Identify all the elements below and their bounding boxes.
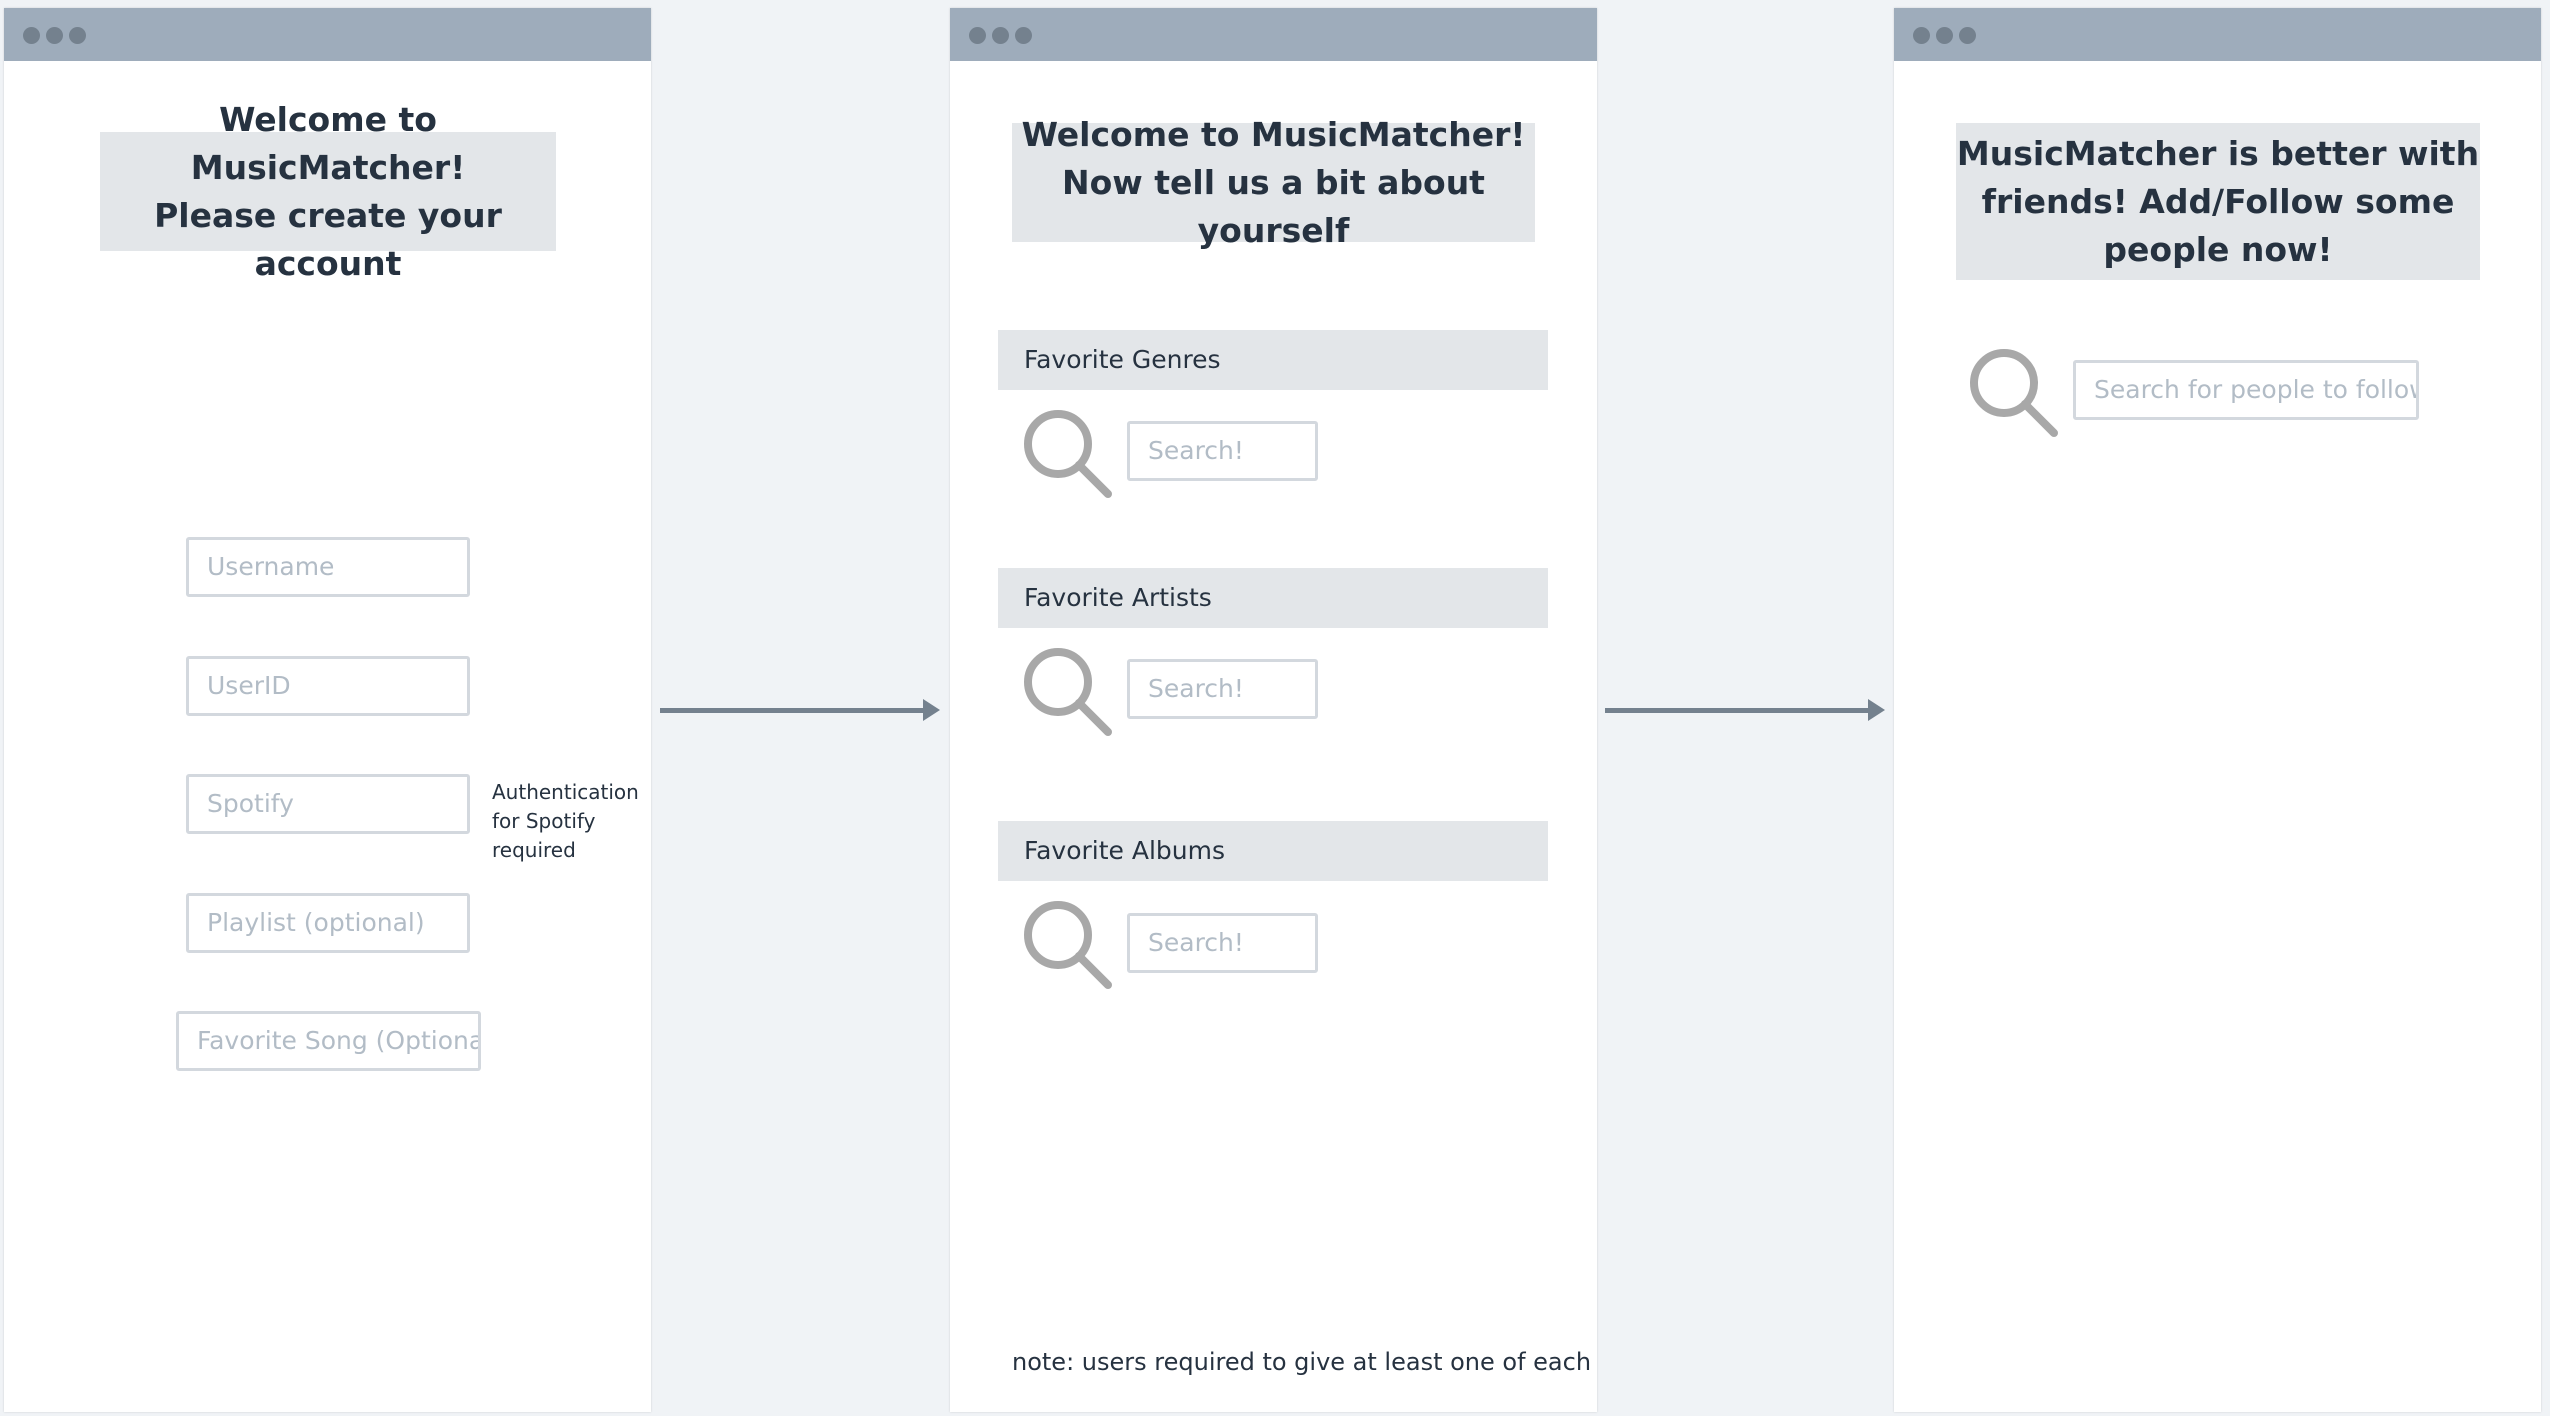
genres-search-input[interactable]: Search! (1127, 421, 1318, 481)
arrow-shaft (1605, 708, 1871, 713)
favorite-song-field[interactable]: Favorite Song (Optional (176, 1011, 481, 1071)
window-dot-icon (1015, 27, 1032, 44)
albums-search-input[interactable]: Search! (1127, 913, 1318, 973)
window-dot-icon (69, 27, 86, 44)
magnifier-icon (1024, 410, 1112, 498)
spotify-field[interactable]: Spotify (186, 774, 470, 834)
banner-line: Please create your account (154, 195, 502, 283)
banner-line: Welcome to MusicMatcher! (1021, 114, 1526, 154)
window-titlebar (4, 8, 651, 61)
friends-banner: MusicMatcher is better with friends! Add… (1956, 123, 2480, 280)
username-field[interactable]: Username (186, 537, 470, 597)
magnifier-icon (1970, 349, 2058, 437)
arrow-shaft (660, 708, 926, 713)
spotify-auth-note: Authentication for Spotify required (492, 778, 639, 865)
arrow-head-icon (1868, 699, 1885, 721)
flow-arrow (1605, 699, 1885, 721)
preferences-screen: Welcome to MusicMatcher! Now tell us a b… (950, 8, 1597, 1412)
userid-field[interactable]: UserID (186, 656, 470, 716)
banner-line: people now! (2103, 229, 2333, 269)
window-dot-icon (1959, 27, 1976, 44)
window-dot-icon (969, 27, 986, 44)
note-line: Authentication (492, 780, 639, 804)
window-dot-icon (1936, 27, 1953, 44)
note-line: required (492, 838, 576, 862)
section-header-albums: Favorite Albums (998, 821, 1548, 881)
artists-search-input[interactable]: Search! (1127, 659, 1318, 719)
account-screen: Welcome to MusicMatcher! Please create y… (4, 8, 651, 1412)
banner-line: friends! Add/Follow some (1981, 181, 2455, 221)
window-dot-icon (992, 27, 1009, 44)
section-header-genres: Favorite Genres (998, 330, 1548, 390)
people-search-input[interactable]: Search for people to follow (2073, 360, 2419, 420)
follow-friends-screen: MusicMatcher is better with friends! Add… (1894, 8, 2541, 1412)
arrow-head-icon (923, 699, 940, 721)
window-titlebar (950, 8, 1597, 61)
banner-line: Now tell us a bit about yourself (1062, 162, 1485, 250)
flow-arrow (660, 699, 940, 721)
welcome-banner: Welcome to MusicMatcher! Please create y… (100, 100, 556, 283)
window-dot-icon (1913, 27, 1930, 44)
playlist-field[interactable]: Playlist (optional) (186, 893, 470, 953)
magnifier-icon (1024, 648, 1112, 736)
banner-line: Welcome to MusicMatcher! (190, 99, 466, 187)
note-line: for Spotify (492, 809, 596, 833)
section-header-artists: Favorite Artists (998, 568, 1548, 628)
magnifier-icon (1024, 901, 1112, 989)
window-titlebar (1894, 8, 2541, 61)
banner-line: MusicMatcher is better with (1956, 133, 2480, 173)
welcome-banner: Welcome to MusicMatcher! Now tell us a b… (1012, 115, 1535, 250)
window-dot-icon (46, 27, 63, 44)
window-dot-icon (23, 27, 40, 44)
requirement-note: note: users required to give at least on… (1012, 1348, 1592, 1376)
